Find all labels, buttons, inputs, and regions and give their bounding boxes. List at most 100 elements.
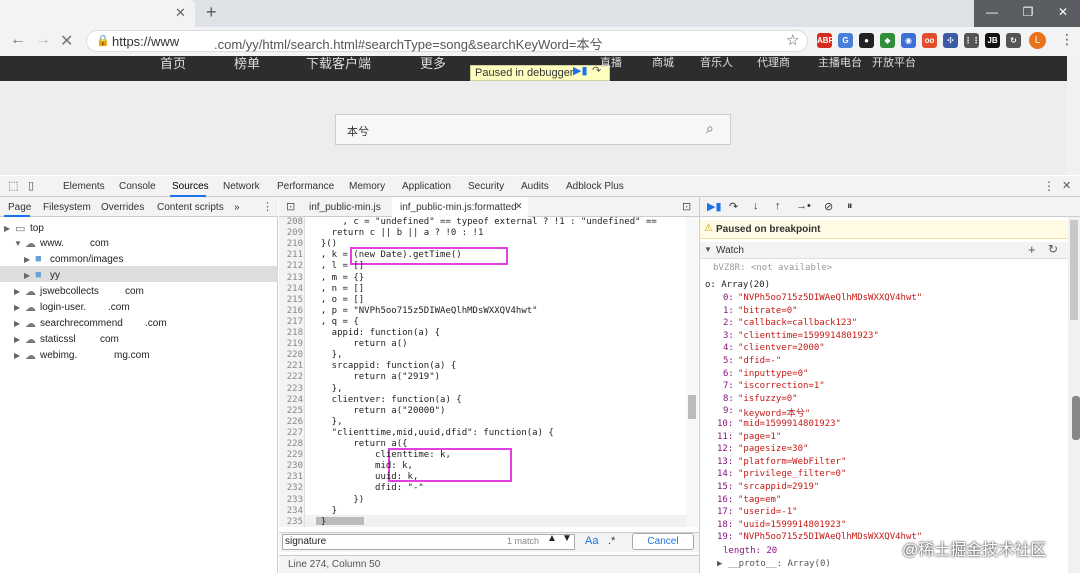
expand-arrow-icon[interactable]: ▼	[704, 245, 712, 254]
code-line[interactable]: uuid: k,	[310, 472, 418, 482]
refresh-ext-icon[interactable]: ↻	[1006, 33, 1021, 48]
site-nav-item[interactable]: 音乐人	[700, 54, 733, 70]
code-line[interactable]: },	[310, 350, 343, 360]
devtools-tab-security[interactable]: Security	[468, 181, 504, 192]
deactivate-breakpoints-icon[interactable]: ⊘	[824, 200, 833, 213]
code-line[interactable]: }	[310, 506, 337, 516]
devtools-tab-network[interactable]: Network	[223, 181, 260, 192]
search-cancel-button[interactable]: Cancel	[632, 533, 694, 550]
code-line[interactable]: dfid: "-"	[310, 483, 424, 493]
device-toolbar-icon[interactable]: ▯	[28, 179, 34, 192]
line-number[interactable]: 211	[281, 250, 303, 260]
devtools-tab-application[interactable]: Application	[402, 181, 451, 192]
code-line[interactable]: }	[310, 517, 326, 527]
code-line[interactable]: , l = []	[310, 261, 364, 271]
pause-on-exceptions-icon[interactable]: ⏸	[847, 200, 853, 213]
code-line[interactable]: })	[310, 495, 364, 505]
side-handle[interactable]	[1072, 396, 1080, 440]
toggle-icon[interactable]: ◉	[901, 33, 916, 48]
devtools-tab-performance[interactable]: Performance	[277, 181, 334, 192]
site-nav-item[interactable]: 榜单	[234, 53, 260, 72]
devtools-tab-elements[interactable]: Elements	[63, 181, 105, 192]
watch-array-label[interactable]: o: Array(20)	[705, 280, 770, 290]
tree-expand-arrow-icon[interactable]: ▶	[24, 255, 30, 264]
pin-icon[interactable]: ✣	[943, 33, 958, 48]
line-number[interactable]: 210	[281, 239, 303, 249]
line-number[interactable]: 228	[281, 439, 303, 449]
tree-expand-arrow-icon[interactable]: ▶	[24, 271, 30, 280]
code-line[interactable]: srcappid: function(a) {	[310, 361, 457, 371]
resume-script-icon[interactable]: ▶▮	[707, 200, 722, 213]
profile-avatar[interactable]: L	[1029, 32, 1046, 49]
line-number[interactable]: 217	[281, 317, 303, 327]
code-line[interactable]: clienttime: k,	[310, 450, 451, 460]
editor-tab-formatted[interactable]: inf_public-min.js:formatted	[400, 202, 517, 213]
devtools-tab-sources[interactable]: Sources	[172, 181, 209, 192]
tree-expand-arrow-icon[interactable]: ▶	[14, 303, 20, 312]
sidebar-scroll-thumb[interactable]	[1070, 220, 1078, 320]
line-number[interactable]: 215	[281, 295, 303, 305]
browser-tab[interactable]	[0, 0, 195, 27]
match-case-button[interactable]: Aa	[585, 535, 598, 547]
watch-proto[interactable]: ▶ __proto__: Array(0)	[717, 559, 831, 569]
editor-vertical-thumb[interactable]	[688, 395, 696, 419]
tab-close-icon[interactable]: ✕	[175, 5, 186, 21]
tree-item-label[interactable]: staticssl	[40, 334, 76, 345]
line-number[interactable]: 230	[281, 461, 303, 471]
code-line[interactable]: , n = []	[310, 284, 364, 294]
step-into-icon[interactable]: ↓	[753, 200, 759, 212]
tree-item-label[interactable]: webimg.	[40, 350, 77, 361]
line-number[interactable]: 226	[281, 417, 303, 427]
site-nav-item[interactable]: 主播电台	[818, 54, 862, 70]
page-scrollbar[interactable]	[1067, 56, 1080, 175]
back-arrow-icon[interactable]: ←	[10, 31, 26, 49]
devtools-close-icon[interactable]: ✕	[1062, 179, 1071, 192]
site-nav-item[interactable]: 开放平台	[872, 54, 916, 70]
tree-item-label[interactable]: login-user.	[40, 302, 86, 313]
line-number[interactable]: 222	[281, 372, 303, 382]
tree-item-label[interactable]: searchrecommend	[40, 318, 123, 329]
refresh-watch-icon[interactable]: ↻	[1048, 242, 1058, 256]
search-next-icon[interactable]: ▼	[562, 533, 572, 544]
browser-menu-icon[interactable]: ⋮	[1060, 31, 1074, 48]
translate-icon[interactable]: G	[838, 33, 853, 48]
tree-item-label[interactable]: top	[30, 223, 44, 234]
lock-icon[interactable]: 🔒	[96, 34, 110, 47]
code-line[interactable]: , o = []	[310, 295, 364, 305]
code-line[interactable]: , q = {	[310, 317, 359, 327]
code-line[interactable]: return a({	[310, 439, 407, 449]
abp-icon[interactable]: ABP	[817, 33, 834, 48]
tree-expand-arrow-icon[interactable]: ▶	[14, 287, 20, 296]
window-maximize-button[interactable]: ❐	[1010, 0, 1046, 27]
step-over-icon[interactable]: ↷	[729, 200, 738, 213]
toggle-debugger-icon[interactable]: ⊡	[682, 200, 691, 213]
jb-icon[interactable]: JB	[985, 33, 1000, 48]
line-number[interactable]: 235	[281, 517, 303, 527]
code-line[interactable]: , p = "NVPh5oo715z5DIWAeQlhMDsWXXQV4hwt"	[310, 306, 538, 316]
navigator-menu-icon[interactable]: ⋮	[262, 200, 273, 213]
line-number[interactable]: 208	[281, 217, 303, 227]
line-number[interactable]: 209	[281, 228, 303, 238]
navigator-tab[interactable]: »	[234, 202, 240, 213]
site-nav-item[interactable]: 代理商	[757, 54, 790, 70]
site-nav-item[interactable]: 商城	[652, 54, 674, 70]
code-line[interactable]: , k = (new Date).getTime()	[310, 250, 462, 260]
line-number[interactable]: 224	[281, 395, 303, 405]
tree-expand-arrow-icon[interactable]: ▶	[4, 224, 10, 233]
add-watch-icon[interactable]: +	[1028, 242, 1036, 257]
line-number[interactable]: 214	[281, 284, 303, 294]
site-nav-item[interactable]: 更多	[420, 53, 446, 72]
navigator-tab[interactable]: Page	[8, 202, 31, 213]
resume-icon[interactable]: ▶▮	[573, 64, 588, 77]
tree-item-label[interactable]: jswebcollects	[40, 286, 99, 297]
code-line[interactable]: return a("20000")	[310, 406, 445, 416]
rec-icon[interactable]: oo	[922, 33, 937, 48]
line-number[interactable]: 233	[281, 495, 303, 505]
ghost-icon[interactable]: ●	[859, 33, 874, 48]
site-search-box[interactable]	[335, 114, 731, 145]
search-icon[interactable]: ⌕	[706, 120, 714, 137]
tree-expand-arrow-icon[interactable]: ▶	[14, 351, 20, 360]
devtools-tab-audits[interactable]: Audits	[521, 181, 549, 192]
devtools-tab-console[interactable]: Console	[119, 181, 156, 192]
code-line[interactable]: , c = "undefined" == typeof external ? !…	[310, 217, 657, 227]
